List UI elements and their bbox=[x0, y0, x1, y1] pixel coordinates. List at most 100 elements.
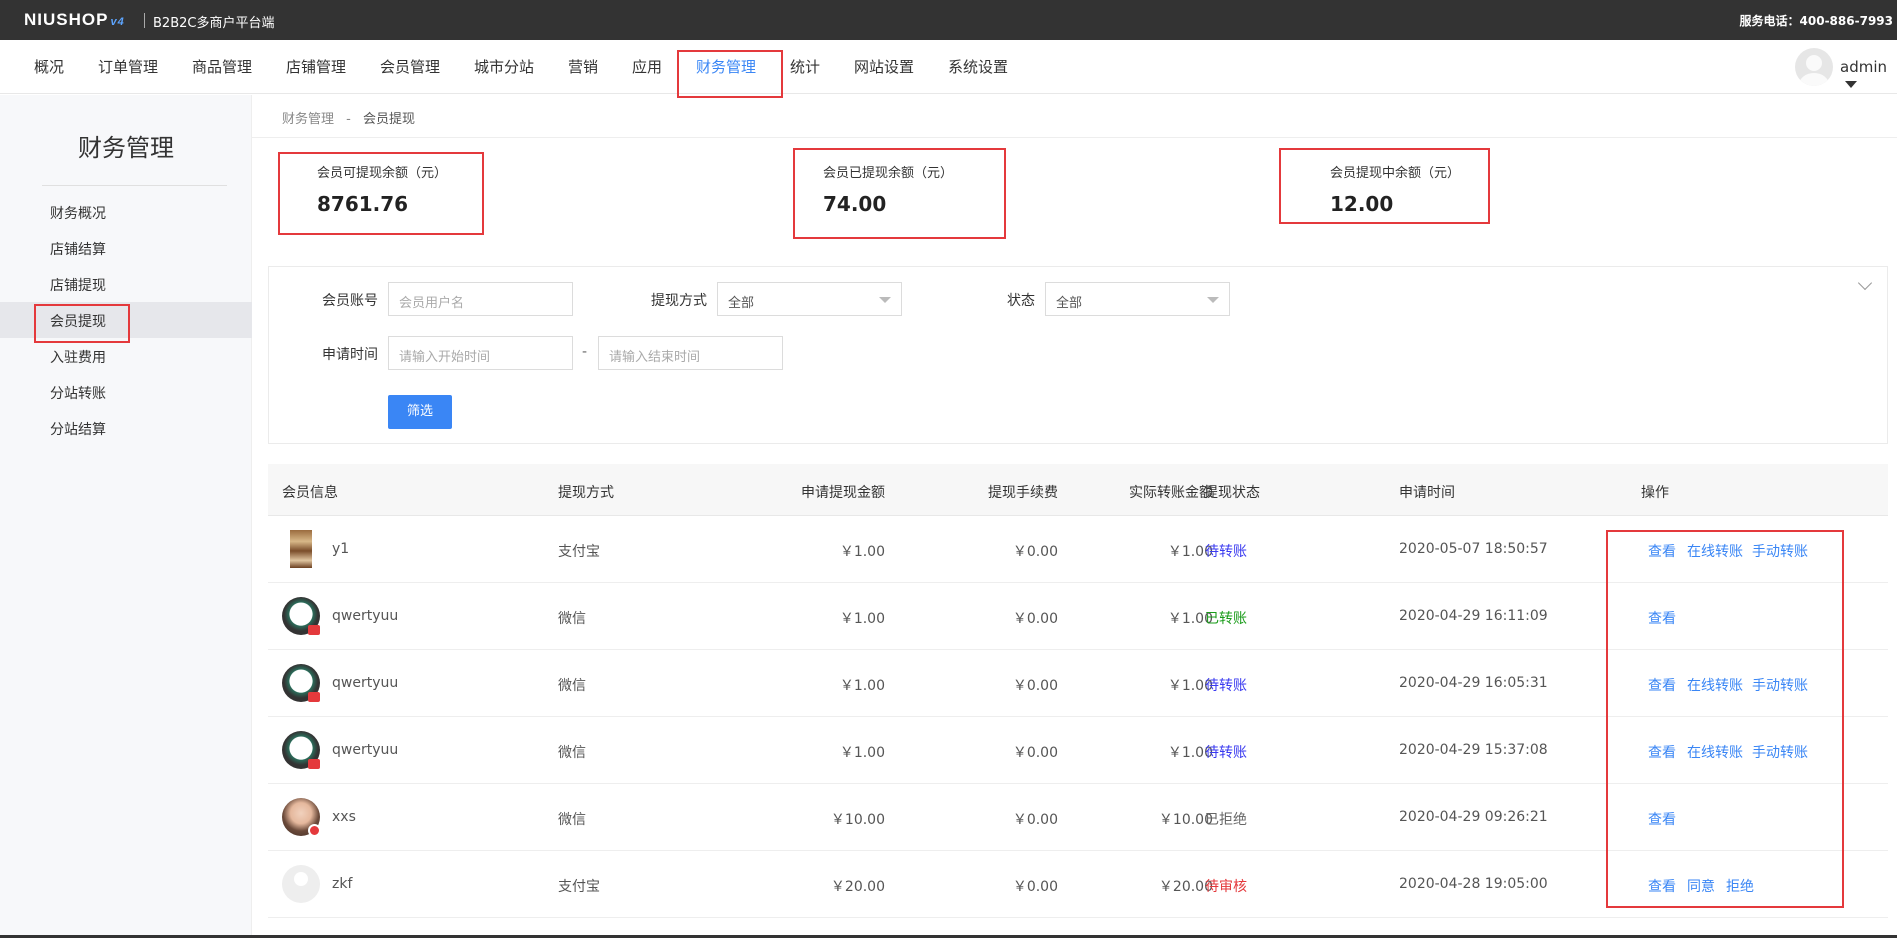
service-phone: 服务电话：400-886-7993 bbox=[1739, 14, 1893, 28]
sidebar-item-shop-withdraw[interactable]: 店铺提现 bbox=[50, 275, 106, 295]
user-menu[interactable]: admin bbox=[1840, 58, 1897, 94]
stat-pending-value: 12.00 bbox=[1330, 192, 1394, 216]
nav-item-city-branch[interactable]: 城市分站 bbox=[474, 56, 534, 77]
sidebar-item-finance-overview[interactable]: 财务概况 bbox=[50, 203, 106, 223]
breadcrumb-divider bbox=[252, 137, 1897, 138]
nav-item-apps[interactable]: 应用 bbox=[632, 56, 662, 77]
user-avatar[interactable] bbox=[1795, 48, 1833, 86]
nav-item-overview[interactable]: 概况 bbox=[34, 56, 64, 77]
status-badge: 待审核 bbox=[1205, 879, 1247, 895]
status-badge: 待转账 bbox=[1205, 544, 1247, 560]
member-name: qwertyuu bbox=[332, 608, 399, 624]
main-nav: 概况 订单管理 商品管理 店铺管理 会员管理 城市分站 营销 应用 财务管理 统… bbox=[0, 40, 1897, 94]
th-fee: 提现手续费 bbox=[988, 485, 1058, 501]
apply-time: 2020-04-29 15:37:08 bbox=[1399, 742, 1548, 758]
flag-icon bbox=[308, 692, 320, 702]
th-status: 提现状态 bbox=[1204, 485, 1260, 501]
nav-item-system-settings[interactable]: 系统设置 bbox=[948, 56, 1008, 77]
withdraw-method: 微信 bbox=[558, 812, 586, 828]
highlight-box-sidebar bbox=[34, 304, 130, 343]
end-time-input[interactable]: 请输入结束时间 bbox=[598, 336, 783, 370]
actual-amount: ￥20.00 bbox=[1158, 879, 1213, 895]
withdraw-method: 支付宝 bbox=[558, 879, 600, 895]
actual-amount: ￥1.00 bbox=[1167, 678, 1213, 694]
flag-icon bbox=[308, 759, 320, 769]
withdraw-amount: ￥10.00 bbox=[830, 812, 885, 828]
sidebar-divider bbox=[42, 185, 227, 186]
member-name: qwertyuu bbox=[332, 675, 399, 691]
breadcrumb-current: 会员提现 bbox=[363, 112, 416, 127]
th-time: 申请时间 bbox=[1399, 485, 1455, 501]
withdraw-amount: ￥20.00 bbox=[830, 879, 885, 895]
withdraw-amount: ￥1.00 bbox=[839, 611, 885, 627]
method-label: 提现方式 bbox=[651, 293, 707, 309]
nav-item-marketing[interactable]: 营销 bbox=[568, 56, 598, 77]
time-label: 申请时间 bbox=[322, 347, 378, 363]
stat-withdrawn-label: 会员已提现余额（元） bbox=[823, 166, 954, 181]
highlight-box-actions bbox=[1606, 530, 1844, 908]
withdraw-method: 支付宝 bbox=[558, 544, 600, 560]
status-label: 状态 bbox=[1007, 293, 1035, 309]
withdraw-fee: ￥0.00 bbox=[1012, 879, 1058, 895]
time-separator: - bbox=[582, 344, 588, 360]
start-time-input[interactable]: 请输入开始时间 bbox=[388, 336, 573, 370]
filter-button[interactable]: 筛选 bbox=[388, 395, 452, 429]
actual-amount: ￥1.00 bbox=[1167, 544, 1213, 560]
nav-item-site-settings[interactable]: 网站设置 bbox=[854, 56, 914, 77]
member-name: qwertyuu bbox=[332, 742, 399, 758]
breadcrumb-parent[interactable]: 财务管理 bbox=[282, 112, 334, 127]
status-dot-icon bbox=[308, 824, 321, 837]
actual-amount: ￥1.00 bbox=[1167, 745, 1213, 761]
highlight-box-nav bbox=[677, 50, 783, 98]
withdraw-amount: ￥1.00 bbox=[839, 544, 885, 560]
breadcrumb-separator: - bbox=[346, 112, 351, 127]
withdraw-fee: ￥0.00 bbox=[1012, 544, 1058, 560]
apply-time: 2020-04-29 09:26:21 bbox=[1399, 809, 1548, 825]
member-name: xxs bbox=[332, 809, 356, 825]
nav-item-orders[interactable]: 订单管理 bbox=[98, 56, 158, 77]
actual-amount: ￥1.00 bbox=[1167, 611, 1213, 627]
nav-item-goods[interactable]: 商品管理 bbox=[192, 56, 252, 77]
th-actions: 操作 bbox=[1641, 485, 1669, 501]
sidebar-item-entry-fee[interactable]: 入驻费用 bbox=[50, 347, 106, 367]
method-select[interactable]: 全部 bbox=[717, 282, 902, 316]
table-header: 会员信息 提现方式 申请提现金额 提现手续费 实际转账金额 提现状态 申请时间 … bbox=[268, 464, 1888, 516]
account-input[interactable]: 会员用户名 bbox=[388, 282, 573, 316]
th-amount: 申请提现金额 bbox=[801, 485, 885, 501]
apply-time: 2020-04-28 19:05:00 bbox=[1399, 876, 1548, 892]
nav-item-stats[interactable]: 统计 bbox=[790, 56, 820, 77]
apply-time: 2020-05-07 18:50:57 bbox=[1399, 541, 1548, 557]
apply-time: 2020-04-29 16:05:31 bbox=[1399, 675, 1548, 691]
flag-icon bbox=[308, 625, 320, 635]
breadcrumb: 财务管理 - 会员提现 bbox=[282, 108, 415, 127]
nav-item-shops[interactable]: 店铺管理 bbox=[286, 56, 346, 77]
sidebar-item-branch-transfer[interactable]: 分站转账 bbox=[50, 383, 106, 403]
status-badge: 待转账 bbox=[1205, 678, 1247, 694]
nav-item-members[interactable]: 会员管理 bbox=[380, 56, 440, 77]
logo[interactable]: NIUSHOP v4 bbox=[24, 10, 125, 30]
withdraw-fee: ￥0.00 bbox=[1012, 678, 1058, 694]
caret-down-icon bbox=[1845, 81, 1857, 88]
member-name: y1 bbox=[332, 541, 350, 557]
select-arrow-icon bbox=[879, 297, 891, 303]
th-method: 提现方式 bbox=[558, 485, 614, 501]
sidebar-item-branch-settlement[interactable]: 分站结算 bbox=[50, 419, 106, 439]
top-bar: NIUSHOP v4 B2B2C多商户平台端 服务电话：400-886-7993 bbox=[0, 0, 1897, 40]
status-select[interactable]: 全部 bbox=[1045, 282, 1230, 316]
withdraw-method: 微信 bbox=[558, 611, 586, 627]
stat-withdrawn-value: 74.00 bbox=[823, 192, 887, 216]
stat-pending-label: 会员提现中余额（元） bbox=[1330, 166, 1461, 181]
member-avatar bbox=[290, 530, 312, 568]
member-avatar bbox=[282, 865, 320, 903]
member-name: zkf bbox=[332, 876, 353, 892]
status-badge: 待转账 bbox=[1205, 745, 1247, 761]
withdraw-amount: ￥1.00 bbox=[839, 678, 885, 694]
account-label: 会员账号 bbox=[322, 293, 378, 309]
withdraw-fee: ￥0.00 bbox=[1012, 611, 1058, 627]
sidebar-title: 财务管理 bbox=[78, 134, 174, 162]
stat-available-value: 8761.76 bbox=[317, 192, 409, 216]
platform-subtitle: B2B2C多商户平台端 bbox=[153, 16, 275, 31]
sidebar-item-shop-settlement[interactable]: 店铺结算 bbox=[50, 239, 106, 259]
actual-amount: ￥10.00 bbox=[1158, 812, 1213, 828]
withdraw-amount: ￥1.00 bbox=[839, 745, 885, 761]
